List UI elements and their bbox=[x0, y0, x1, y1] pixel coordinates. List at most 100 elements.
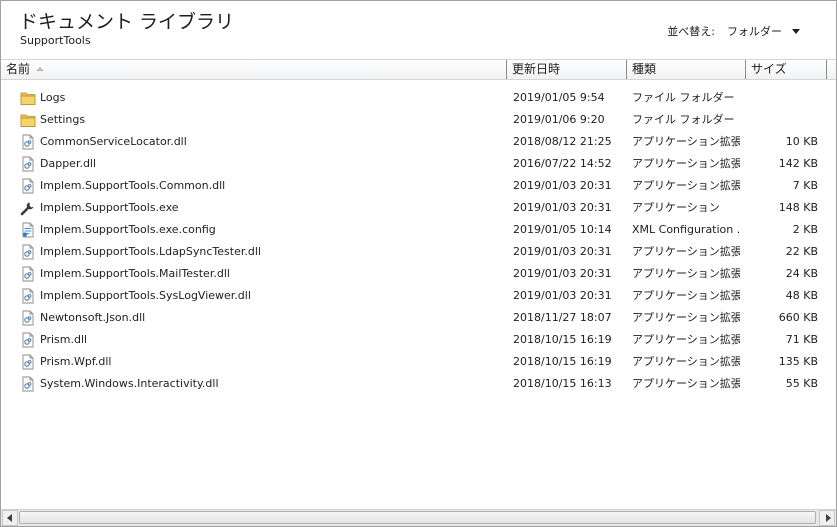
file-row[interactable]: Prism.dll 2018/10/15 16:19 アプリケーション拡張 71 KB bbox=[1, 329, 836, 351]
file-name: CommonServiceLocator.dll bbox=[40, 135, 187, 148]
file-date: 2016/07/22 14:52 bbox=[513, 157, 612, 170]
dll-icon bbox=[20, 156, 36, 172]
column-header-type[interactable]: 種類 bbox=[627, 60, 746, 79]
file-row[interactable]: Prism.Wpf.dll 2018/10/15 16:19 アプリケーション拡張 1… bbox=[1, 351, 836, 373]
explorer-window: ドキュメント ライブラリ SupportTools 並べ替え: フォルダー 名前… bbox=[0, 0, 837, 527]
file-name: Implem.SupportTools.LdapSyncTester.dll bbox=[40, 245, 261, 258]
arrange-by-dropdown[interactable]: 並べ替え: フォルダー bbox=[667, 23, 800, 39]
file-date: 2019/01/03 20:31 bbox=[513, 245, 612, 258]
file-date: 2019/01/03 20:31 bbox=[513, 179, 612, 192]
file-name: Newtonsoft.Json.dll bbox=[40, 311, 146, 324]
dll-icon bbox=[20, 244, 36, 260]
file-type: アプリケーション拡張 bbox=[632, 245, 740, 258]
chevron-down-icon[interactable] bbox=[792, 28, 800, 34]
dll-icon bbox=[20, 288, 36, 304]
file-type: アプリケーション拡張 bbox=[632, 267, 740, 280]
file-row[interactable]: Implem.SupportTools.MailTester.dll 2019/0… bbox=[1, 263, 836, 285]
file-size: 660 KB bbox=[778, 311, 818, 324]
file-row[interactable]: System.Windows.Interactivity.dll 2018/10/… bbox=[1, 373, 836, 395]
file-row[interactable]: Dapper.dll 2016/07/22 14:52 アプリケーション拡張 142 … bbox=[1, 153, 836, 175]
file-name: System.Windows.Interactivity.dll bbox=[40, 377, 219, 390]
folder-icon bbox=[20, 90, 36, 106]
file-size: 22 KB bbox=[785, 245, 818, 258]
column-header-name-label: 名前 bbox=[6, 62, 31, 76]
file-type: ファイル フォルダー bbox=[632, 91, 735, 104]
file-type: アプリケーション拡張 bbox=[632, 355, 740, 368]
file-size: 2 KB bbox=[792, 223, 818, 236]
file-name: Implem.SupportTools.exe.config bbox=[40, 223, 216, 236]
file-size: 148 KB bbox=[778, 201, 818, 214]
scroll-right-button[interactable] bbox=[819, 510, 835, 526]
arrow-right-icon bbox=[826, 514, 831, 522]
dll-icon bbox=[20, 178, 36, 194]
file-row[interactable]: Implem.SupportTools.Common.dll 2019/01/03… bbox=[1, 175, 836, 197]
file-name: Dapper.dll bbox=[40, 157, 97, 170]
file-name: Prism.dll bbox=[40, 333, 88, 346]
file-row[interactable]: Implem.SupportTools.LdapSyncTester.dll 20… bbox=[1, 241, 836, 263]
file-row[interactable]: CommonServiceLocator.dll 2018/08/12 21:25… bbox=[1, 131, 836, 153]
file-name: Implem.SupportTools.exe bbox=[40, 201, 179, 214]
file-date: 2019/01/03 20:31 bbox=[513, 201, 612, 214]
file-date: 2018/10/15 16:19 bbox=[513, 333, 612, 346]
file-size: 142 KB bbox=[778, 157, 818, 170]
file-type: アプリケーション拡張 bbox=[632, 179, 740, 192]
file-name: Implem.SupportTools.Common.dll bbox=[40, 179, 226, 192]
library-subtitle: SupportTools bbox=[20, 34, 91, 47]
library-title: ドキュメント ライブラリ bbox=[19, 11, 235, 33]
dll-icon bbox=[20, 332, 36, 348]
dll-icon bbox=[20, 266, 36, 282]
arrange-by-label: 並べ替え: bbox=[667, 25, 715, 38]
file-type: アプリケーション拡張 bbox=[632, 157, 740, 170]
dll-icon bbox=[20, 310, 36, 326]
file-date: 2019/01/05 10:14 bbox=[513, 223, 612, 236]
file-date: 2019/01/03 20:31 bbox=[513, 267, 612, 280]
file-size: 48 KB bbox=[785, 289, 818, 302]
file-date: 2018/10/15 16:19 bbox=[513, 355, 612, 368]
file-name: Prism.Wpf.dll bbox=[40, 355, 112, 368]
config-icon bbox=[20, 222, 36, 238]
file-type: アプリケーション拡張 bbox=[632, 135, 740, 148]
column-header-type-label: 種類 bbox=[632, 62, 657, 76]
scroll-left-button[interactable] bbox=[2, 510, 18, 526]
file-type: XML Configuration ... bbox=[632, 223, 740, 236]
file-row[interactable]: Implem.SupportTools.SysLogViewer.dll 2019… bbox=[1, 285, 836, 307]
file-row[interactable]: Logs 2019/01/05 9:54 ファイル フォルダー bbox=[1, 87, 836, 109]
column-header-bar: 名前 更新日時 種類 サイズ bbox=[1, 59, 836, 80]
file-date: 2019/01/06 9:20 bbox=[513, 113, 605, 126]
scrollbar-thumb[interactable] bbox=[19, 511, 816, 524]
file-name: Implem.SupportTools.MailTester.dll bbox=[40, 267, 230, 280]
file-date: 2018/08/12 21:25 bbox=[513, 135, 612, 148]
arrange-by-value[interactable]: フォルダー bbox=[727, 23, 782, 39]
file-date: 2018/11/27 18:07 bbox=[513, 311, 612, 324]
file-name: Logs bbox=[40, 91, 66, 104]
column-header-date-label: 更新日時 bbox=[512, 62, 561, 76]
file-date: 2018/10/15 16:13 bbox=[513, 377, 612, 390]
file-type: ファイル フォルダー bbox=[632, 113, 735, 126]
file-size bbox=[741, 87, 818, 109]
file-list: Logs 2019/01/05 9:54 ファイル フォルダー Settings 201… bbox=[1, 87, 836, 395]
file-size: 55 KB bbox=[785, 377, 818, 390]
file-row[interactable]: Settings 2019/01/06 9:20 ファイル フォルダー bbox=[1, 109, 836, 131]
wrench-icon bbox=[20, 200, 36, 216]
file-row[interactable]: Implem.SupportTools.exe 2019/01/03 20:31 ア… bbox=[1, 197, 836, 219]
file-date: 2019/01/03 20:31 bbox=[513, 289, 612, 302]
file-type: アプリケーション bbox=[632, 201, 720, 214]
column-header-name[interactable]: 名前 bbox=[1, 60, 507, 79]
file-row[interactable]: Newtonsoft.Json.dll 2018/11/27 18:07 アプリケー… bbox=[1, 307, 836, 329]
horizontal-scrollbar[interactable] bbox=[1, 509, 836, 526]
dll-icon bbox=[20, 376, 36, 392]
library-header: ドキュメント ライブラリ SupportTools 並べ替え: フォルダー bbox=[1, 1, 836, 59]
column-header-date[interactable]: 更新日時 bbox=[507, 60, 627, 79]
file-size: 24 KB bbox=[785, 267, 818, 280]
file-size: 10 KB bbox=[785, 135, 818, 148]
file-type: アプリケーション拡張 bbox=[632, 377, 740, 390]
file-size: 71 KB bbox=[785, 333, 818, 346]
file-type: アプリケーション拡張 bbox=[632, 311, 740, 324]
file-type: アプリケーション拡張 bbox=[632, 333, 740, 346]
column-header-size[interactable]: サイズ bbox=[746, 60, 827, 79]
column-header-size-label: サイズ bbox=[751, 62, 787, 76]
file-size bbox=[741, 109, 818, 131]
file-row[interactable]: Implem.SupportTools.exe.config 2019/01/05… bbox=[1, 219, 836, 241]
folder-icon bbox=[20, 112, 36, 128]
file-size: 7 KB bbox=[792, 179, 818, 192]
